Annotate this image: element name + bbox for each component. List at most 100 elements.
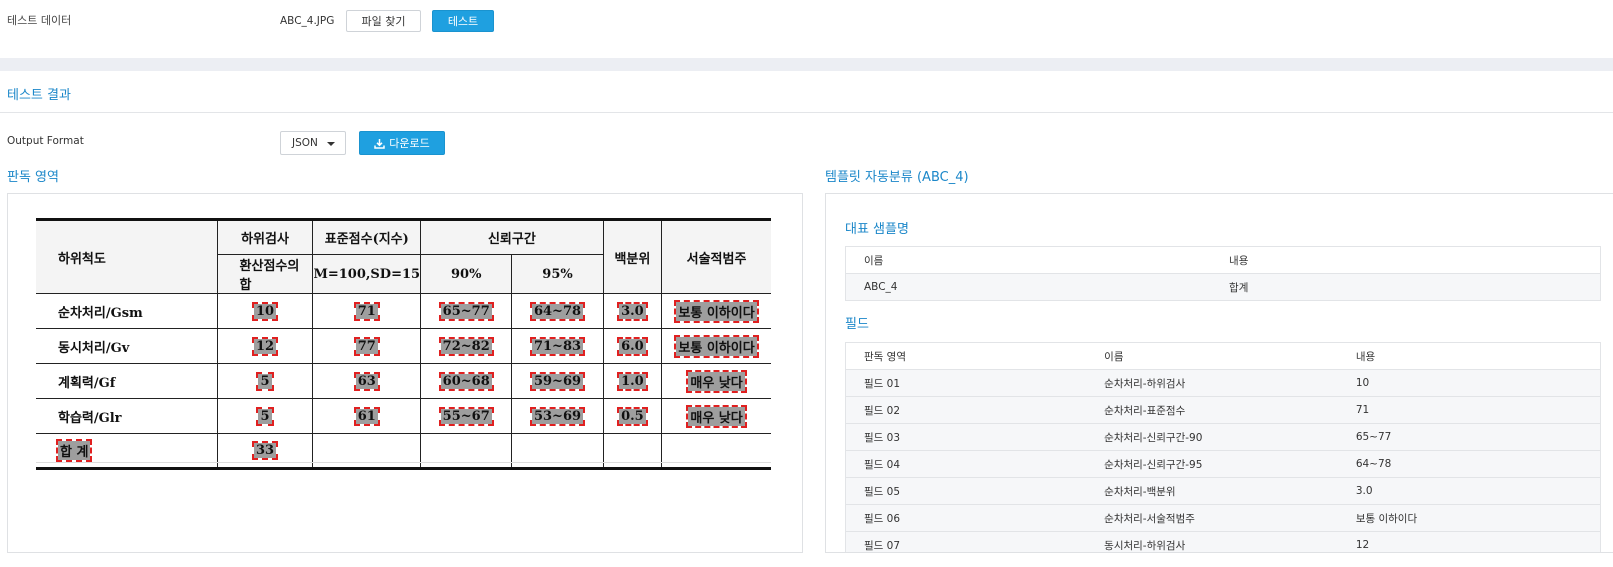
table-cell: 필드 04 <box>845 450 1087 478</box>
table-cell: 필드 01 <box>845 369 1087 397</box>
field-table: 판독 영역 이름 내용 필드 01 순차처리-하위검사 10 필드 02 순차처… <box>845 342 1601 552</box>
output-format-select[interactable]: JSON <box>280 131 346 155</box>
table-cell: 순차처리-서술적범주 <box>1086 504 1338 532</box>
table-cell: 순차처리-백분위 <box>1086 477 1338 505</box>
recognized-field[interactable]: 합 계 <box>55 439 93 462</box>
table-cell: 71 <box>1337 396 1601 424</box>
table-cell: 합계 <box>1211 273 1601 301</box>
recognized-field[interactable]: 매우 낮다 <box>686 404 747 428</box>
table-cell: 필드 02 <box>845 396 1087 424</box>
column-header: 내용 <box>1211 246 1601 274</box>
table-cell: 순차처리-표준점수 <box>1086 396 1338 424</box>
recognized-field[interactable]: 1.0 <box>617 371 648 391</box>
table-cell: 10 <box>1337 369 1601 397</box>
recognized-field[interactable]: 60~68 <box>438 371 494 391</box>
download-button[interactable]: 다운로드 <box>359 131 445 155</box>
document-edge <box>36 462 771 463</box>
table-row[interactable]: ABC_4 합계 <box>845 273 1601 301</box>
document-table: 하위척도 하위검사 표준점수(지수) 신뢰구간 백분위 서술적범주 환산점수의 … <box>36 218 771 470</box>
doc-header-cell: 환산점수의 합 <box>217 254 314 294</box>
recognized-field[interactable]: 3.0 <box>617 301 648 321</box>
recognized-field[interactable]: 65~77 <box>438 301 494 321</box>
table-row[interactable]: 필드 03 순차처리-신뢰구간-90 65~77 <box>845 423 1601 451</box>
download-label: 다운로드 <box>389 137 430 150</box>
recognized-field[interactable]: 6.0 <box>617 336 648 356</box>
recognized-field[interactable]: 55~67 <box>438 406 494 426</box>
table-row[interactable]: 필드 05 순차처리-백분위 3.0 <box>845 477 1601 505</box>
doc-header-cell: 95% <box>511 254 604 294</box>
recognized-field[interactable]: 53~69 <box>529 406 586 426</box>
recognized-field[interactable]: 71~83 <box>529 336 586 356</box>
doc-row-label: 학습력/Glr <box>36 398 218 434</box>
template-classification-title: 템플릿 자동분류 (ABC_4) <box>825 170 969 185</box>
recognized-field[interactable]: 보통 이하이다 <box>674 334 759 358</box>
doc-row-label: 동시처리/Gv <box>36 328 218 364</box>
table-cell: 65~77 <box>1337 423 1601 451</box>
recognized-field[interactable]: 71 <box>353 301 380 321</box>
doc-header-cell: 신뢰구간 <box>420 218 604 255</box>
recognized-field[interactable]: 보통 이하이다 <box>674 299 759 323</box>
table-cell: 12 <box>1337 531 1601 552</box>
table-cell: 순차처리-하위검사 <box>1086 369 1338 397</box>
find-file-button[interactable]: 파일 찾기 <box>346 10 421 32</box>
table-cell: 필드 03 <box>845 423 1087 451</box>
scanned-document: 하위척도 하위검사 표준점수(지수) 신뢰구간 백분위 서술적범주 환산점수의 … <box>36 218 771 470</box>
table-header-row: 판독 영역 이름 내용 <box>845 342 1601 370</box>
doc-row: 학습력/Glr 5 61 55~67 53~69 0.5 매우 낮다 <box>36 398 771 434</box>
doc-row-label: 계획력/Gf <box>36 363 218 399</box>
recognized-field[interactable]: 12 <box>251 336 279 356</box>
table-row[interactable]: 필드 04 순차처리-신뢰구간-95 64~78 <box>845 450 1601 478</box>
table-cell: ABC_4 <box>845 273 1212 301</box>
recognized-field[interactable]: 61 <box>353 406 380 426</box>
doc-row: 계획력/Gf 5 63 60~68 59~69 1.0 매우 낮다 <box>36 363 771 399</box>
doc-header-cell: 90% <box>420 254 513 294</box>
doc-header-cell: M=100,SD=15 <box>312 254 422 294</box>
column-header: 이름 <box>845 246 1212 274</box>
doc-header-cell: 백분위 <box>602 218 663 294</box>
table-cell: 64~78 <box>1337 450 1601 478</box>
recognized-field[interactable]: 0.5 <box>617 406 648 426</box>
output-format-label: Output Format <box>7 135 84 147</box>
recognized-field[interactable]: 59~69 <box>529 371 586 391</box>
column-header: 내용 <box>1337 342 1601 370</box>
read-area-title: 판독 영역 <box>7 170 59 185</box>
test-result-title: 테스트 결과 <box>7 88 71 103</box>
table-cell: 3.0 <box>1337 477 1601 505</box>
doc-row: 동시처리/Gv 12 77 72~82 71~83 6.0 보통 이하이다 <box>36 328 771 364</box>
chevron-down-icon <box>327 142 335 146</box>
recognized-field[interactable]: 5 <box>256 406 274 426</box>
table-cell: 순차처리-신뢰구간-90 <box>1086 423 1338 451</box>
sample-name-title: 대표 샘플명 <box>845 222 909 237</box>
table-cell: 순차처리-신뢰구간-95 <box>1086 450 1338 478</box>
field-section-title: 필드 <box>845 317 869 332</box>
recognized-field[interactable]: 33 <box>251 441 279 460</box>
recognized-field[interactable]: 64~78 <box>529 301 586 321</box>
table-cell: 필드 07 <box>845 531 1087 552</box>
table-row[interactable]: 필드 02 순차처리-표준점수 71 <box>845 396 1601 424</box>
column-header: 판독 영역 <box>845 342 1087 370</box>
column-header: 이름 <box>1086 342 1338 370</box>
doc-header-cell: 서술적범주 <box>661 218 771 294</box>
recognized-field[interactable]: 매우 낮다 <box>686 369 747 393</box>
table-row[interactable]: 필드 06 순차처리-서술적범주 보통 이하이다 <box>845 504 1601 532</box>
recognized-field[interactable]: 10 <box>251 301 279 321</box>
section-divider <box>0 58 1613 71</box>
sample-table: 이름 내용 ABC_4 합계 <box>845 246 1601 301</box>
doc-header-cell: 하위척도 <box>36 218 218 294</box>
recognized-field[interactable]: 63 <box>353 371 380 391</box>
read-area-panel: 하위척도 하위검사 표준점수(지수) 신뢰구간 백분위 서술적범주 환산점수의 … <box>7 193 803 553</box>
doc-row: 순차처리/Gsm 10 71 65~77 64~78 3.0 보통 이하이다 <box>36 293 771 329</box>
table-header-row: 이름 내용 <box>845 246 1601 274</box>
selected-file-name: ABC_4.JPG <box>280 15 335 27</box>
table-cell: 동시처리-하위검사 <box>1086 531 1338 552</box>
recognized-field[interactable]: 72~82 <box>438 336 494 356</box>
recognized-field[interactable]: 5 <box>256 371 274 391</box>
table-cell: 보통 이하이다 <box>1337 504 1601 532</box>
download-icon <box>374 138 385 149</box>
template-panel: 대표 샘플명 이름 내용 ABC_4 합계 필드 판독 영역 이름 내용 필드 … <box>825 193 1613 553</box>
recognized-field[interactable]: 77 <box>353 336 380 356</box>
doc-header-row: 하위척도 하위검사 표준점수(지수) 신뢰구간 백분위 서술적범주 <box>36 218 771 294</box>
table-row[interactable]: 필드 01 순차처리-하위검사 10 <box>845 369 1601 397</box>
test-button[interactable]: 테스트 <box>432 10 494 32</box>
table-row[interactable]: 필드 07 동시처리-하위검사 12 <box>845 531 1601 552</box>
